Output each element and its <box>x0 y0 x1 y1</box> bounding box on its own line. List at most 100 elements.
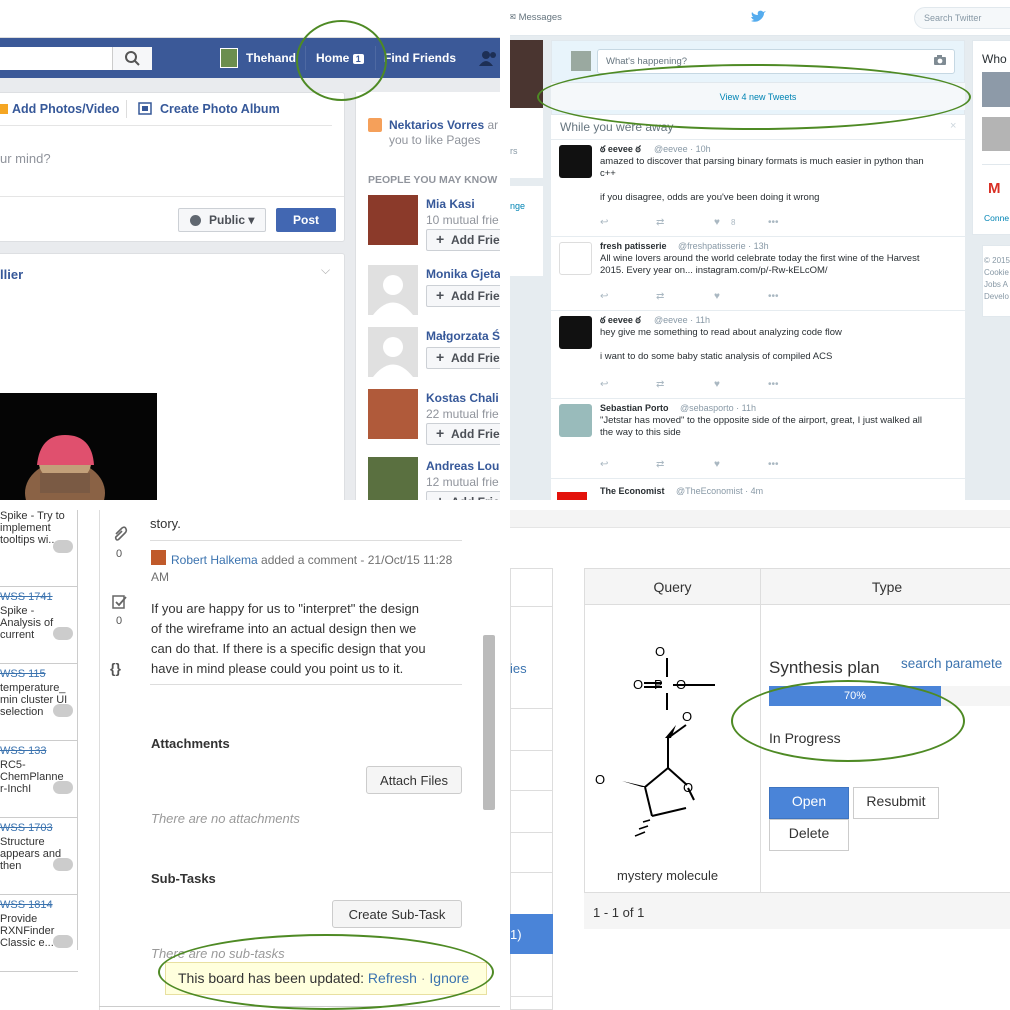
tweet-author[interactable]: Sebastian Porto <box>600 403 669 413</box>
side-link[interactable]: nge <box>510 201 525 211</box>
avatar[interactable] <box>368 457 418 500</box>
molecule-structure[interactable] <box>590 640 740 850</box>
checklist-icon[interactable] <box>112 594 128 610</box>
footer-link[interactable]: Jobs A <box>984 280 1008 289</box>
create-subtask-button[interactable]: Create Sub-Task <box>332 900 462 928</box>
card-toggle[interactable] <box>53 935 73 948</box>
close-icon[interactable]: × <box>950 120 956 132</box>
avatar[interactable] <box>368 327 418 377</box>
add-photos-link[interactable]: Add Photos/Video <box>12 102 119 116</box>
board-card[interactable]: WSS 1814 Provide RXNFinder Classic e... <box>0 895 78 972</box>
like-icon[interactable]: ♥ <box>714 217 720 228</box>
card-key[interactable]: WSS 1741 <box>0 591 53 603</box>
footer-link[interactable]: Develo <box>984 292 1009 301</box>
ignore-link[interactable]: Ignore <box>429 970 469 986</box>
refresh-link[interactable]: Refresh <box>368 970 417 986</box>
add-friend-button[interactable]: Add Frie <box>426 491 500 500</box>
side-nav-active[interactable]: 1) <box>510 914 553 954</box>
resubmit-button[interactable]: Resubmit <box>853 787 939 819</box>
story-author[interactable]: llier <box>0 267 23 282</box>
add-friend-button[interactable]: Add Frie <box>426 347 500 369</box>
column-type[interactable]: Type <box>760 568 1010 605</box>
nav-messages[interactable]: ✉ Messages <box>510 12 562 23</box>
card-key[interactable]: WSS 1814 <box>0 899 53 911</box>
person-name[interactable]: Monika Gjeta <box>426 267 500 281</box>
chevron-down-icon[interactable]: ⌵ <box>321 263 330 278</box>
board-card[interactable]: WSS 115 temperature_ min cluster UI selecti… <box>0 664 78 741</box>
compose-input[interactable]: What's happening? <box>597 49 955 74</box>
card-key[interactable]: WSS 115 <box>0 668 46 680</box>
avatar[interactable] <box>559 404 592 437</box>
privacy-dropdown[interactable]: Public ▾ <box>178 208 266 232</box>
story-photo[interactable] <box>0 393 157 500</box>
card-toggle[interactable] <box>53 627 73 640</box>
retweet-icon[interactable]: ⇄ <box>656 379 664 390</box>
add-friend-button[interactable]: Add Frie <box>426 229 500 251</box>
retweet-icon[interactable]: ⇄ <box>656 459 664 470</box>
scrollbar[interactable] <box>483 635 495 810</box>
camera-icon[interactable] <box>933 54 947 66</box>
more-icon[interactable]: ••• <box>768 459 779 470</box>
search-input[interactable]: Search Twitter <box>914 7 1010 29</box>
like-icon[interactable]: ♥ <box>714 291 720 302</box>
add-friend-button[interactable]: Add Frie <box>426 423 500 445</box>
connect-link[interactable]: Conne <box>984 213 1009 223</box>
search-button[interactable] <box>112 47 152 70</box>
person-name[interactable]: Andreas Lou <box>426 459 499 473</box>
notice-author[interactable]: Nektarios Vorres <box>389 118 484 132</box>
more-icon[interactable]: ••• <box>768 291 779 302</box>
tweet[interactable]: ఠ eevee ఠ @eevee · 11h hey give me somethi… <box>551 310 965 398</box>
card-toggle[interactable] <box>53 540 73 553</box>
reply-icon[interactable]: ↩ <box>600 379 608 390</box>
attach-files-button[interactable]: Attach Files <box>366 766 462 794</box>
card-key[interactable]: WSS 133 <box>0 745 46 757</box>
more-icon[interactable]: ••• <box>768 379 779 390</box>
person-name[interactable]: Mia Kasi <box>426 197 475 211</box>
card-toggle[interactable] <box>53 781 73 794</box>
tweet[interactable]: Sebastian Porto @sebasporto · 11h "Jetstar… <box>551 398 965 478</box>
profile-link[interactable]: Thehand <box>246 51 296 65</box>
like-icon[interactable]: ♥ <box>714 459 720 470</box>
like-icon[interactable]: ♥ <box>714 379 720 390</box>
reply-icon[interactable]: ↩ <box>600 459 608 470</box>
tweet-author[interactable]: fresh patisserie <box>600 241 667 251</box>
avatar[interactable] <box>368 389 418 439</box>
add-friend-button[interactable]: Add Frie <box>426 285 500 307</box>
reply-icon[interactable]: ↩ <box>600 217 608 228</box>
tweet[interactable]: ఠ eevee ఠ @eevee · 10h amazed to discover … <box>551 139 965 236</box>
avatar[interactable] <box>982 117 1010 151</box>
delete-button[interactable]: Delete <box>769 819 849 851</box>
nav-home[interactable]: Home 1 <box>316 51 364 65</box>
column-query[interactable]: Query <box>584 568 761 605</box>
tweet[interactable]: fresh patisserie @freshpatisserie · 13h Al… <box>551 236 965 310</box>
open-button[interactable]: Open <box>769 787 849 819</box>
board-card[interactable]: WSS 133 RC5- ChemPlanne r-InchI <box>0 741 78 818</box>
create-album-link[interactable]: Create Photo Album <box>160 102 280 116</box>
avatar[interactable] <box>559 145 592 178</box>
twitter-bird-icon[interactable] <box>750 10 766 24</box>
avatar[interactable] <box>982 72 1010 107</box>
friend-requests-icon[interactable] <box>478 50 500 66</box>
card-key[interactable]: WSS 1703 <box>0 822 53 834</box>
search-parameters-link[interactable]: search paramete <box>901 656 1002 671</box>
post-button[interactable]: Post <box>276 208 336 232</box>
card-toggle[interactable] <box>53 704 73 717</box>
commenter-link[interactable]: Robert Halkema <box>171 553 258 567</box>
avatar[interactable] <box>368 195 418 245</box>
board-card[interactable]: Spike - Try to implement tooltips wi... <box>0 510 78 587</box>
status-input[interactable]: ur mind? <box>0 151 51 166</box>
more-icon[interactable]: ••• <box>768 217 779 228</box>
tweet-author[interactable]: The Economist <box>600 486 665 496</box>
board-card[interactable]: WSS 1703 Structure appears and then <box>0 818 78 895</box>
avatar[interactable] <box>220 48 238 68</box>
side-nav-link[interactable]: ies <box>510 661 527 676</box>
footer-link[interactable]: Cookie <box>984 268 1009 277</box>
person-name[interactable]: Małgorzata Ś <box>426 329 500 343</box>
person-name[interactable]: Kostas Chali <box>426 391 499 405</box>
retweet-icon[interactable]: ⇄ <box>656 291 664 302</box>
avatar[interactable] <box>559 316 592 349</box>
view-new-tweets[interactable]: View 4 new Tweets <box>551 82 965 110</box>
avatar[interactable] <box>368 265 418 315</box>
braces-icon[interactable]: {} <box>110 660 121 676</box>
card-toggle[interactable] <box>53 858 73 871</box>
